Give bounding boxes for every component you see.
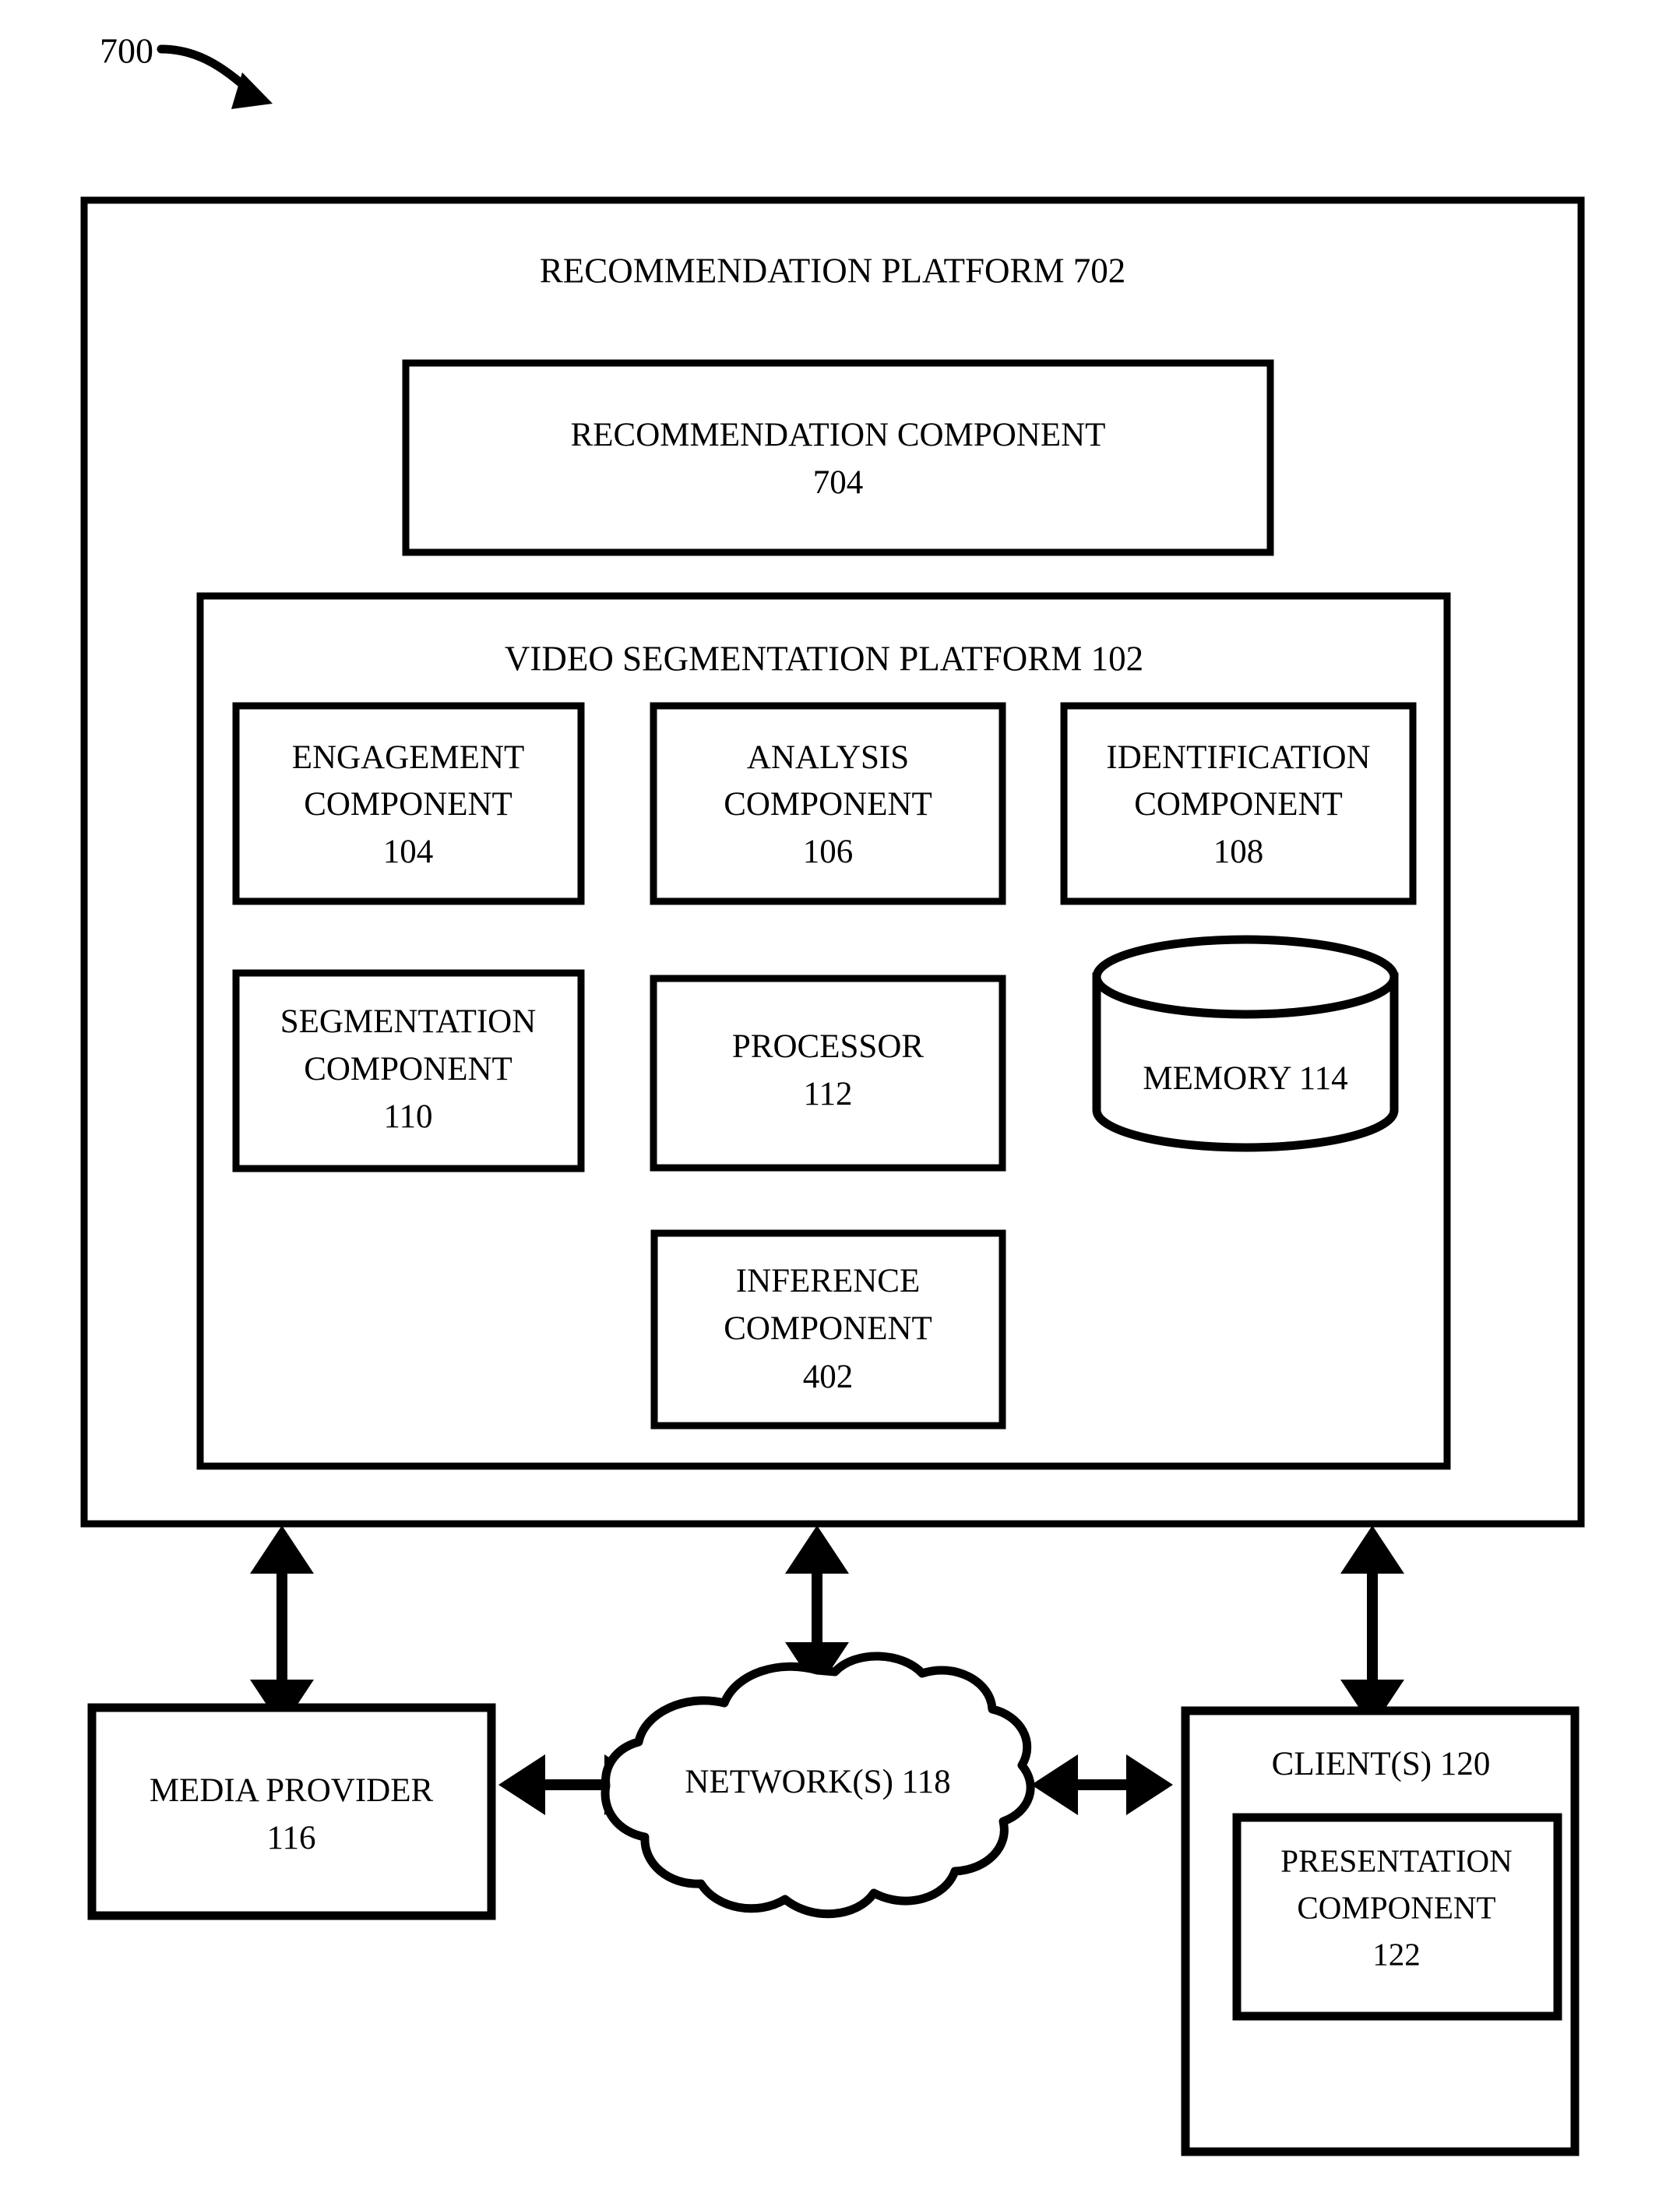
analysis-component-line2: COMPONENT bbox=[724, 786, 932, 823]
recommendation-platform-title: RECOMMENDATION PLATFORM 702 bbox=[540, 251, 1126, 290]
identification-component-line2: COMPONENT bbox=[1134, 786, 1343, 823]
media-provider-line2: 116 bbox=[267, 1820, 316, 1856]
network-label: NETWORK(S) 118 bbox=[685, 1764, 950, 1800]
analysis-component-line1: ANALYSIS bbox=[747, 739, 909, 776]
processor-line2: 112 bbox=[804, 1076, 853, 1112]
presentation-component-line1: PRESENTATION bbox=[1280, 1842, 1512, 1878]
media-provider-line1: MEDIA PROVIDER bbox=[150, 1772, 434, 1809]
connector-platform-to-clients bbox=[1340, 1525, 1404, 1728]
presentation-component-line3: 122 bbox=[1372, 1936, 1421, 1972]
processor-line1: PROCESSOR bbox=[732, 1028, 924, 1065]
engagement-component-line3: 104 bbox=[383, 834, 434, 870]
memory-cylinder bbox=[1092, 935, 1399, 1152]
video-segmentation-platform-title: VIDEO SEGMENTATION PLATFORM 102 bbox=[505, 639, 1143, 678]
media-provider-box bbox=[87, 1703, 496, 1920]
figure-canvas: 700 RECOMMENDATION PLATFORM 702 RECOMMEN… bbox=[80, 31, 1585, 2156]
inference-component-line1: INFERENCE bbox=[736, 1263, 921, 1299]
clients-label: CLIENT(S) 120 bbox=[1272, 1746, 1491, 1782]
segmentation-component-line2: COMPONENT bbox=[304, 1051, 512, 1088]
identification-component-line3: 108 bbox=[1213, 834, 1264, 870]
connector-platform-to-media-provider bbox=[250, 1525, 314, 1728]
memory-label: MEMORY 114 bbox=[1143, 1060, 1347, 1097]
analysis-component-line3: 106 bbox=[803, 834, 854, 870]
engagement-component-line2: COMPONENT bbox=[304, 786, 512, 823]
segmentation-component-line3: 110 bbox=[384, 1098, 433, 1135]
processor-box bbox=[650, 975, 1006, 1172]
segmentation-component-line1: SEGMENTATION bbox=[280, 1003, 537, 1040]
inference-component-line2: COMPONENT bbox=[724, 1310, 932, 1347]
curved-arrow-icon bbox=[157, 44, 273, 109]
presentation-component-line2: COMPONENT bbox=[1297, 1889, 1495, 1925]
connector-network-to-clients bbox=[1031, 1754, 1173, 1815]
engagement-component-line1: ENGAGEMENT bbox=[292, 739, 525, 776]
recommendation-component-box bbox=[402, 359, 1274, 556]
recommendation-component-line2: 704 bbox=[813, 464, 864, 501]
inference-component-line3: 402 bbox=[803, 1359, 854, 1395]
figure-number-label: 700 bbox=[100, 31, 153, 71]
recommendation-component-line1: RECOMMENDATION COMPONENT bbox=[571, 417, 1106, 453]
patent-figure-700: 700 RECOMMENDATION PLATFORM 702 RECOMMEN… bbox=[0, 0, 1680, 2200]
identification-component-line1: IDENTIFICATION bbox=[1106, 739, 1370, 776]
